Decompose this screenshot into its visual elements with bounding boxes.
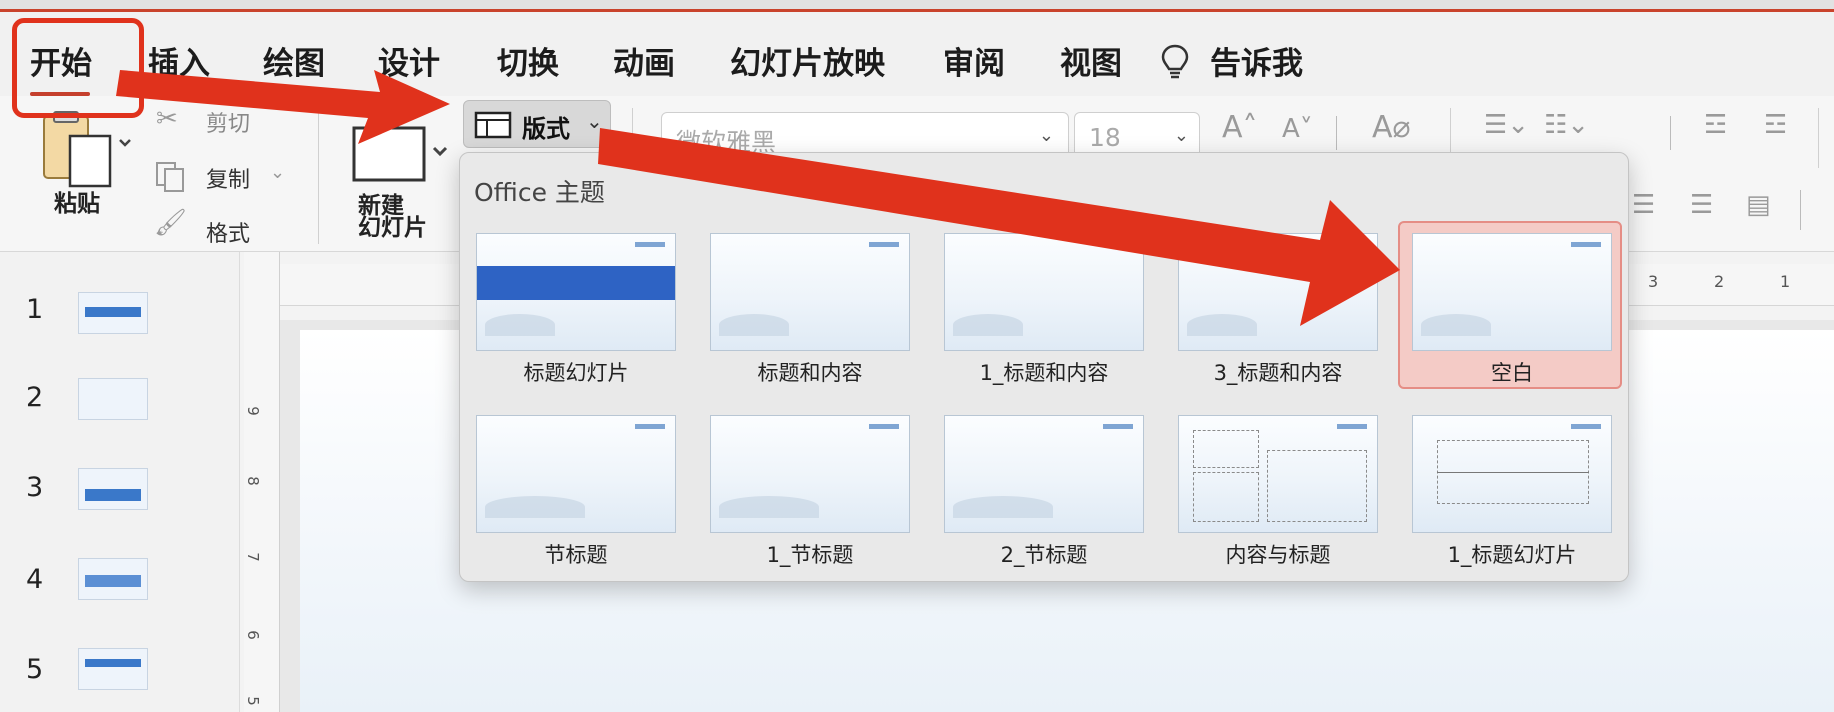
tab-transitions[interactable]: 切换	[497, 38, 559, 83]
new-slide-label-2: 幻灯片	[358, 215, 427, 241]
layout-3-title-content[interactable]: 3_标题和内容	[1166, 223, 1390, 391]
copy-chevron-icon[interactable]: ⌄	[270, 162, 285, 183]
align-right-icon[interactable]: ☰	[1632, 190, 1655, 220]
slide-number: 4	[26, 564, 44, 595]
layout-label: 标题和内容	[757, 361, 863, 385]
layout-thumbnail	[1178, 233, 1378, 351]
ribbon-divider	[1818, 108, 1819, 168]
layout-label: 2_节标题	[1000, 543, 1088, 567]
layout-thumbnail	[944, 415, 1144, 533]
layout-blank[interactable]: 空白	[1398, 221, 1622, 389]
layout-label: 内容与标题	[1225, 543, 1331, 567]
slide-thumbnail-panel: 1 2 3 4 5	[0, 252, 240, 712]
vertical-ruler: 9 8 7 6 5	[244, 252, 280, 712]
distributed-icon[interactable]: ▤	[1746, 190, 1771, 220]
layout-thumbnail	[944, 233, 1144, 351]
ribbon-divider	[318, 108, 319, 244]
paste-label: 粘贴	[54, 191, 100, 217]
slide-thumbnail[interactable]	[78, 378, 148, 420]
lightbulb-icon	[1161, 44, 1189, 79]
ruler-number: 1	[1780, 272, 1791, 291]
ruler-number: 3	[1648, 272, 1659, 291]
new-slide-icon[interactable]	[350, 124, 450, 184]
chevron-down-icon: ⌄	[1173, 125, 1189, 146]
layout-1-title-slide[interactable]: 1_标题幻灯片	[1400, 405, 1624, 573]
slide-number: 5	[26, 654, 44, 685]
paste-icon[interactable]	[40, 110, 132, 190]
chevron-down-icon: ⌄	[586, 109, 603, 133]
ruler-number: 5	[243, 696, 262, 706]
ruler-number: 7	[243, 552, 262, 562]
window-top-strip	[0, 0, 1834, 12]
numbering-icon[interactable]: ☷⌄	[1544, 110, 1589, 140]
slide-thumbnail[interactable]	[78, 292, 148, 334]
layout-title-content[interactable]: 标题和内容	[698, 223, 922, 391]
tab-review[interactable]: 审阅	[943, 38, 1005, 83]
gallery-header: Office 主题	[474, 178, 605, 207]
layout-thumbnail	[476, 233, 676, 351]
layout-2-section-header[interactable]: 2_节标题	[932, 405, 1156, 573]
slide-number: 1	[26, 294, 44, 325]
layout-thumbnail	[710, 233, 910, 351]
font-size-value: 18	[1089, 123, 1121, 152]
format-painter-icon: 🖌	[154, 208, 188, 238]
layout-icon	[474, 111, 512, 139]
layout-label: 空白	[1491, 361, 1533, 385]
layout-thumbnail	[476, 415, 676, 533]
layout-label: 1_节标题	[766, 543, 854, 567]
slide-thumbnail[interactable]	[78, 468, 148, 510]
layout-button-label: 版式	[522, 115, 570, 143]
slide-thumbnail[interactable]	[78, 648, 148, 690]
decrease-font-icon[interactable]: A˅	[1282, 114, 1313, 144]
justify-icon[interactable]: ☰	[1690, 190, 1713, 220]
tab-view[interactable]: 视图	[1060, 38, 1122, 83]
clear-format-icon[interactable]: A⌀	[1372, 110, 1411, 145]
layout-title-slide[interactable]: 标题幻灯片	[464, 223, 688, 391]
layout-thumbnail	[710, 415, 910, 533]
layout-thumbnail	[1178, 415, 1378, 533]
cut-label[interactable]: 剪切	[206, 106, 250, 138]
ribbon-divider	[1670, 116, 1671, 150]
layout-label: 3_标题和内容	[1213, 361, 1343, 385]
tab-draw[interactable]: 绘图	[263, 38, 325, 83]
bullets-icon[interactable]: ☰⌄	[1484, 110, 1529, 140]
tab-design[interactable]: 设计	[378, 38, 440, 83]
ruler-number: 9	[243, 406, 262, 416]
layout-thumbnail	[1412, 233, 1612, 351]
ruler-number: 2	[1714, 272, 1725, 291]
format-painter-label[interactable]: 格式	[206, 216, 250, 248]
ribbon-divider	[1800, 190, 1801, 230]
layout-content-with-caption[interactable]: 内容与标题	[1166, 405, 1390, 573]
scissors-icon: ✂	[156, 104, 178, 134]
tab-slideshow[interactable]: 幻灯片放映	[730, 38, 885, 83]
annotation-highlight-box	[12, 18, 144, 118]
layout-1-section-header[interactable]: 1_节标题	[698, 405, 922, 573]
tab-animations[interactable]: 动画	[613, 38, 675, 83]
tab-insert[interactable]: 插入	[148, 38, 210, 83]
ribbon-tab-bar: 开始 插入 绘图 设计 切换 动画 幻灯片放映 审阅 视图 告诉我	[0, 12, 1834, 96]
ribbon-divider	[1336, 116, 1337, 150]
chevron-down-icon: ⌄	[1038, 125, 1054, 146]
tell-me-search[interactable]: 告诉我	[1210, 38, 1303, 83]
layout-label: 节标题	[544, 543, 608, 567]
layout-label: 1_标题和内容	[979, 361, 1109, 385]
layout-section-header[interactable]: 节标题	[464, 405, 688, 573]
slide-number: 3	[26, 472, 44, 503]
copy-icon	[156, 162, 184, 192]
layout-gallery-dropdown: Office 主题 标题幻灯片 标题和内容 1_标题和内容 3_标题和内容 空白…	[459, 152, 1629, 582]
layout-1-title-content[interactable]: 1_标题和内容	[932, 223, 1156, 391]
layout-thumbnail	[1412, 415, 1612, 533]
increase-indent-icon[interactable]: ☲	[1764, 110, 1787, 140]
decrease-indent-icon[interactable]: ☲	[1704, 110, 1727, 140]
copy-label[interactable]: 复制	[206, 162, 250, 194]
layout-label: 1_标题幻灯片	[1447, 543, 1577, 567]
increase-font-icon[interactable]: A˄	[1222, 110, 1258, 145]
slide-number: 2	[26, 382, 44, 413]
slide-thumbnail[interactable]	[78, 558, 148, 600]
layout-button[interactable]: 版式 ⌄	[463, 100, 611, 148]
ruler-number: 8	[243, 476, 262, 486]
ruler-number: 6	[243, 630, 262, 640]
layout-label: 标题幻灯片	[523, 361, 629, 385]
